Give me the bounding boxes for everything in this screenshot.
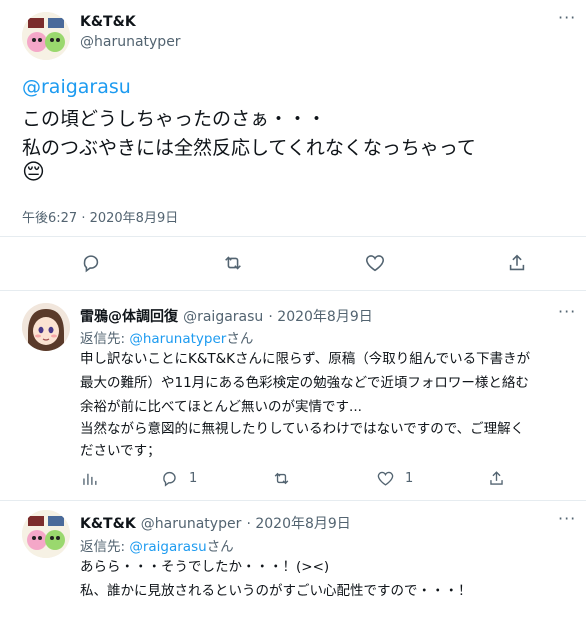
reply-button[interactable]: 1 xyxy=(160,469,197,488)
replying-to-prefix: 返信先: xyxy=(80,539,130,555)
reply-date[interactable]: 2020年8月9日 xyxy=(255,516,350,532)
separator-dot: · xyxy=(268,309,278,325)
like-button[interactable] xyxy=(364,252,386,274)
mention-link[interactable]: @raigarasu xyxy=(22,76,131,98)
replying-to-line: 返信先: @raigarasuさん xyxy=(80,535,234,555)
reply-icon xyxy=(163,471,176,487)
retweet-button[interactable] xyxy=(222,252,244,274)
like-button[interactable]: 1 xyxy=(376,469,413,488)
divider xyxy=(0,500,586,501)
tweet-timestamp[interactable]: 午後6:27 · 2020年8月9日 xyxy=(22,207,178,226)
tweet-text-line: この頃どうしちゃったのさぁ・・・ xyxy=(22,108,327,130)
retweet-icon xyxy=(225,256,241,270)
share-icon xyxy=(509,254,525,271)
retweet-button[interactable] xyxy=(272,469,291,488)
reply-header: K&T&K @harunatyper · 2020年8月9日 xyxy=(80,513,351,533)
separator-dot: · xyxy=(246,516,256,532)
reply-button[interactable] xyxy=(80,252,102,274)
reply-icon xyxy=(83,255,99,273)
replying-to-suffix: さん xyxy=(206,539,234,555)
analytics-button[interactable] xyxy=(80,469,99,488)
divider xyxy=(0,290,586,291)
divider xyxy=(0,236,586,237)
avatar-harunatyper[interactable] xyxy=(22,12,70,60)
reply-text-line: ださいです； xyxy=(80,443,161,459)
pensive-emoji: 😔 xyxy=(22,160,45,185)
share-icon xyxy=(490,471,503,485)
author-name[interactable]: K&T&K xyxy=(80,516,136,532)
reply-text-line: あらら・・・そうでしたか・・・！(><) xyxy=(80,559,330,575)
analytics-icon xyxy=(83,473,97,485)
like-icon xyxy=(377,471,394,486)
reply-text-line: 私、誰かに見放されるというのがすごい心配性ですので・・・！ xyxy=(80,583,472,599)
author-handle[interactable]: @raigarasu xyxy=(183,309,263,325)
reply-text-line: 最大の難所）や11月にある色彩検定の勉強などで近頃フォロワー様と絡む xyxy=(80,375,529,391)
replying-to-prefix: 返信先: xyxy=(80,331,130,347)
reply-count: 1 xyxy=(189,471,198,486)
like-icon xyxy=(366,255,384,272)
more-icon[interactable]: ··· xyxy=(558,302,576,321)
author-name[interactable]: 雷鴉@体調回復 xyxy=(80,309,178,325)
reply-text-line: 当然ながら意図的に無視したりしているわけではないですので、ご理解く xyxy=(80,421,525,437)
reply-text-line: 余裕が前に比べてほとんど無いのが実情です... xyxy=(80,399,362,415)
share-button[interactable] xyxy=(487,469,506,488)
replying-to-line: 返信先: @harunatyperさん xyxy=(80,327,253,347)
avatar-raigarasu[interactable] xyxy=(22,303,70,351)
reply-date[interactable]: 2020年8月9日 xyxy=(277,309,372,325)
replying-to-link[interactable]: @raigarasu xyxy=(129,539,206,555)
like-count: 1 xyxy=(405,471,414,486)
author-handle[interactable]: @harunatyper xyxy=(80,34,181,50)
reply-header: 雷鴉@体調回復 @raigarasu · 2020年8月9日 xyxy=(80,306,373,326)
more-icon[interactable]: ··· xyxy=(558,509,576,528)
more-icon[interactable]: ··· xyxy=(558,8,576,27)
replying-to-suffix: さん xyxy=(226,331,254,347)
author-name[interactable]: K&T&K xyxy=(80,14,136,30)
reply-text-line: 申し訳ないことにK&T&Kさんに限らず、原稿（今取り組んでいる下書きが xyxy=(80,351,531,367)
author-handle[interactable]: @harunatyper xyxy=(141,516,242,532)
tweet-text-line: 私のつぶやきには全然反応してくれなくなっちゃって xyxy=(22,137,476,159)
share-button[interactable] xyxy=(506,252,528,274)
retweet-icon xyxy=(274,472,289,485)
replying-to-link[interactable]: @harunatyper xyxy=(129,331,226,347)
avatar-harunatyper[interactable] xyxy=(22,510,70,558)
